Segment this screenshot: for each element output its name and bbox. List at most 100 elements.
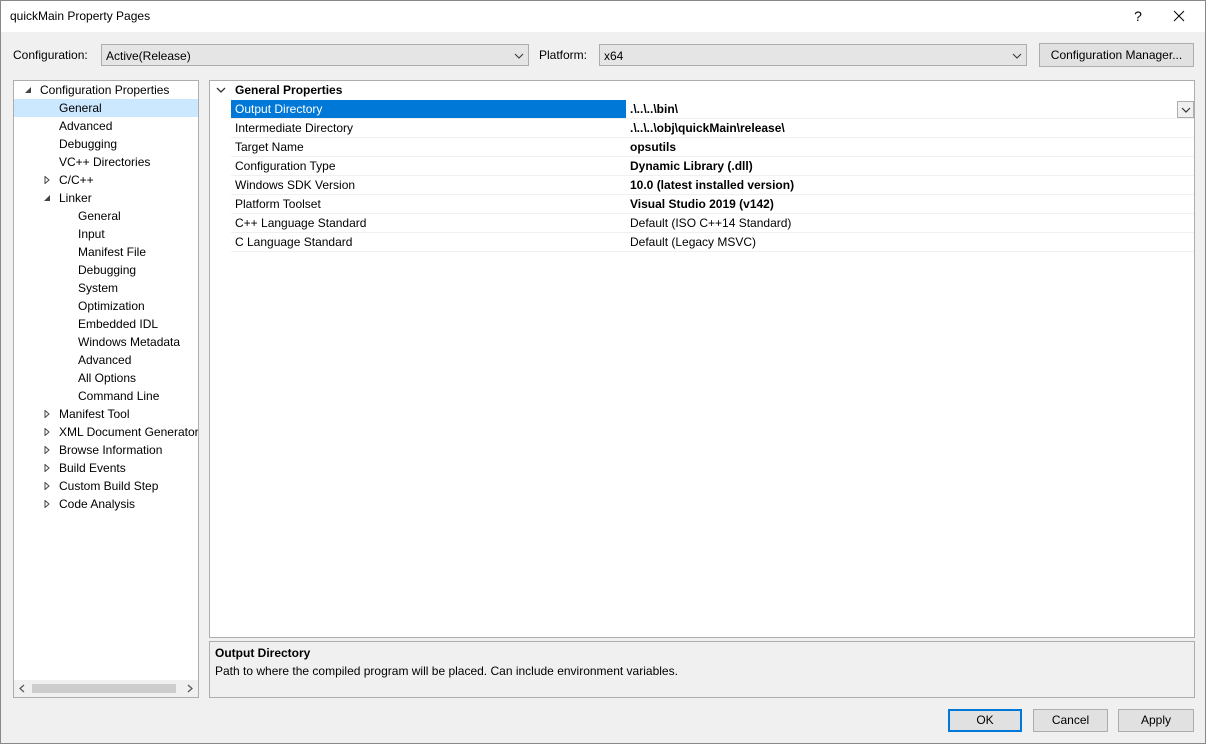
tree-item-label: XML Document Generator	[59, 425, 199, 439]
property-name: Configuration Type	[235, 159, 336, 173]
collapsed-triangle-icon[interactable]	[43, 500, 51, 508]
platform-label: Platform:	[539, 48, 588, 62]
chevron-down-icon	[514, 53, 524, 59]
collapsed-triangle-icon[interactable]	[43, 482, 51, 490]
help-button[interactable]: ?	[1123, 4, 1153, 28]
tree-item[interactable]: All Options	[14, 369, 198, 387]
tree-horizontal-scrollbar[interactable]	[14, 680, 198, 697]
configuration-value: Active(Release)	[106, 49, 191, 63]
property-row[interactable]: Target Name opsutils	[231, 138, 1194, 157]
tree-item[interactable]: VC++ Directories	[14, 153, 198, 171]
property-pages-dialog: quickMain Property Pages ? Configuration…	[0, 0, 1206, 744]
expanded-triangle-icon[interactable]	[43, 194, 51, 202]
collapsed-triangle-icon[interactable]	[43, 464, 51, 472]
scrollbar-thumb[interactable]	[32, 684, 176, 693]
property-row[interactable]: Configuration Type Dynamic Library (.dll)	[231, 157, 1194, 176]
tree-item[interactable]: General	[14, 99, 198, 117]
tree-item-label: Browse Information	[59, 443, 163, 457]
property-value[interactable]: opsutils	[626, 138, 1194, 156]
tree-item-label: Advanced	[59, 119, 113, 133]
tree-item[interactable]: Configuration Properties	[14, 81, 198, 99]
platform-dropdown[interactable]: x64	[599, 44, 1027, 66]
property-row[interactable]: C++ Language Standard Default (ISO C++14 …	[231, 214, 1194, 233]
apply-button[interactable]: Apply	[1118, 709, 1194, 732]
tree-item-label: General	[78, 209, 121, 223]
tree-item[interactable]: Linker	[14, 189, 198, 207]
tree-item[interactable]: General	[14, 207, 198, 225]
close-icon	[1173, 10, 1185, 22]
collapsed-triangle-icon[interactable]	[43, 446, 51, 454]
tree-item-label: Linker	[59, 191, 92, 205]
property-name: C++ Language Standard	[235, 216, 367, 230]
ok-button[interactable]: OK	[948, 709, 1022, 732]
tree-item-label: Embedded IDL	[78, 317, 159, 331]
tree-item-label: General	[59, 101, 102, 115]
cancel-button[interactable]: Cancel	[1033, 709, 1108, 732]
collapsed-triangle-icon[interactable]	[43, 410, 51, 418]
property-value[interactable]: 10.0 (latest installed version)	[626, 176, 1194, 194]
tree-item-label: Command Line	[78, 389, 160, 403]
scroll-left-icon[interactable]	[18, 684, 26, 693]
property-name: Platform Toolset	[235, 197, 321, 211]
property-row[interactable]: Output Directory .\..\..\bin\	[231, 100, 1194, 119]
tree-item[interactable]: Input	[14, 225, 198, 243]
scroll-right-icon[interactable]	[186, 684, 194, 693]
property-value[interactable]: Default (Legacy MSVC)	[626, 233, 1194, 251]
tree-item[interactable]: Browse Information	[14, 441, 198, 459]
tree-item[interactable]: XML Document Generator	[14, 423, 198, 441]
property-name: Windows SDK Version	[235, 178, 356, 192]
tree-item[interactable]: Custom Build Step	[14, 477, 198, 495]
property-row[interactable]: C Language Standard Default (Legacy MSVC)	[231, 233, 1194, 252]
description-text: Path to where the compiled program will …	[215, 664, 678, 678]
config-tree[interactable]: Configuration Properties General Advanced D…	[13, 80, 199, 698]
tree-item[interactable]: Build Events	[14, 459, 198, 477]
tree-item[interactable]: Manifest Tool	[14, 405, 198, 423]
tree-item-label: Debugging	[78, 263, 137, 277]
tree-item-label: Configuration Properties	[40, 83, 170, 97]
property-value[interactable]: Visual Studio 2019 (v142)	[626, 195, 1194, 213]
property-dropdown-button[interactable]	[1177, 101, 1194, 118]
tree-item[interactable]: Debugging	[14, 135, 198, 153]
property-row[interactable]: Intermediate Directory .\..\..\obj\quickM…	[231, 119, 1194, 138]
collapsed-triangle-icon[interactable]	[43, 176, 51, 184]
property-row[interactable]: Windows SDK Version 10.0 (latest installe…	[231, 176, 1194, 195]
property-value[interactable]: .\..\..\bin\	[626, 100, 1194, 118]
tree-item[interactable]: Debugging	[14, 261, 198, 279]
configuration-dropdown[interactable]: Active(Release)	[101, 44, 529, 66]
tree-item[interactable]: Optimization	[14, 297, 198, 315]
tree-item[interactable]: C/C++	[14, 171, 198, 189]
close-button[interactable]	[1159, 4, 1199, 28]
platform-value: x64	[604, 49, 624, 63]
tree-item[interactable]: System	[14, 279, 198, 297]
property-name: Target Name	[235, 140, 304, 154]
tree-item[interactable]: Embedded IDL	[14, 315, 198, 333]
configuration-manager-button[interactable]: Configuration Manager...	[1039, 43, 1194, 67]
tree-item-label: Debugging	[59, 137, 118, 151]
property-name: Intermediate Directory	[235, 121, 354, 135]
category-title: General Properties	[235, 83, 343, 97]
category-header[interactable]: General Properties	[210, 81, 1194, 100]
tree-item[interactable]: Advanced	[14, 351, 198, 369]
property-row[interactable]: Platform Toolset Visual Studio 2019 (v142…	[231, 195, 1194, 214]
tree-item[interactable]: Command Line	[14, 387, 198, 405]
property-value[interactable]: .\..\..\obj\quickMain\release\	[626, 119, 1194, 137]
tree-item-label: Manifest File	[78, 245, 147, 259]
chevron-down-icon[interactable]	[216, 86, 226, 94]
tree-item-label: Advanced	[78, 353, 132, 367]
expanded-triangle-icon[interactable]	[24, 86, 32, 94]
tree-item[interactable]: Manifest File	[14, 243, 198, 261]
tree-item[interactable]: Code Analysis	[14, 495, 198, 513]
property-value[interactable]: Dynamic Library (.dll)	[626, 157, 1194, 175]
chevron-down-icon	[1012, 53, 1022, 59]
tree-item-label: Code Analysis	[59, 497, 136, 511]
tree-item-label: System	[78, 281, 119, 295]
tree-item-label: Manifest Tool	[59, 407, 130, 421]
tree-item[interactable]: Windows Metadata	[14, 333, 198, 351]
property-grid[interactable]: General Properties Output Directory .\..\…	[209, 80, 1195, 638]
property-value[interactable]: Default (ISO C++14 Standard)	[626, 214, 1194, 232]
tree-item-label: Input	[78, 227, 105, 241]
tree-item[interactable]: Advanced	[14, 117, 198, 135]
collapsed-triangle-icon[interactable]	[43, 428, 51, 436]
window-title: quickMain Property Pages	[10, 9, 151, 23]
description-title: Output Directory	[215, 646, 311, 660]
